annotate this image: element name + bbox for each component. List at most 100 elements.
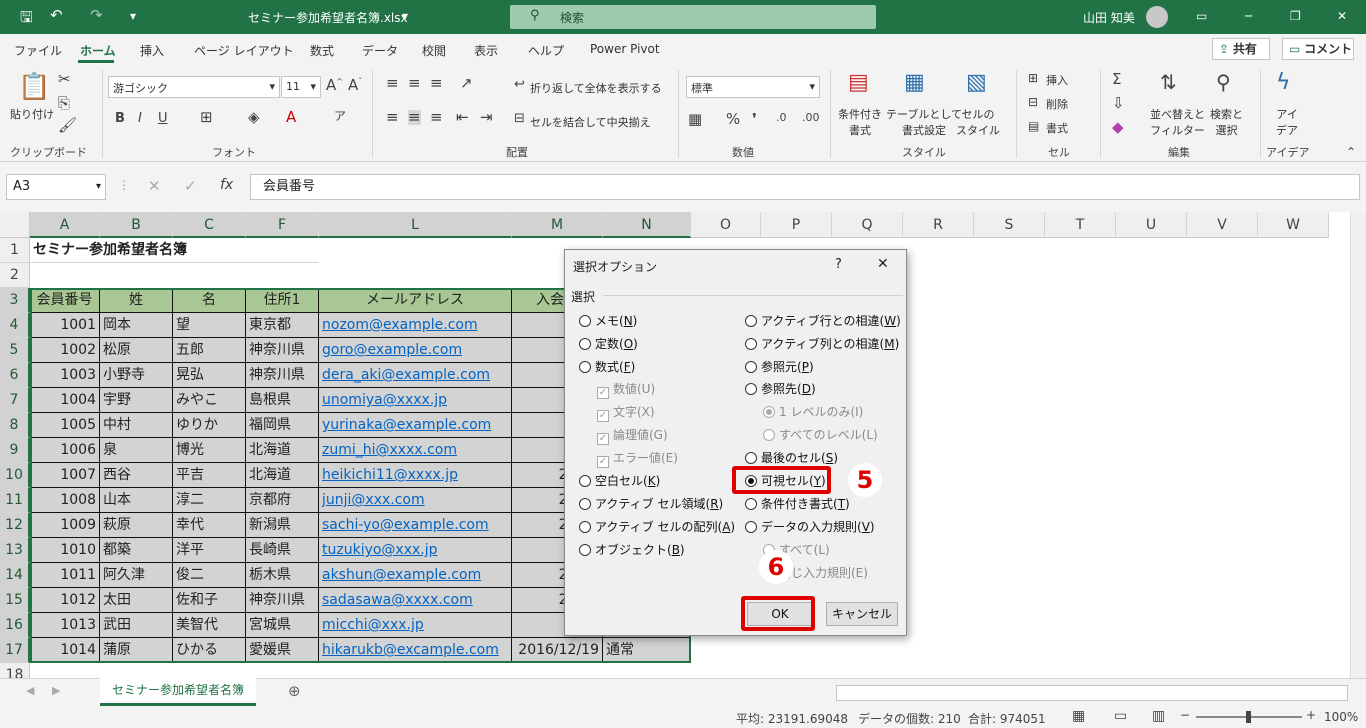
ideas-button[interactable]: アイ デア [1276,106,1298,138]
table-cell[interactable]: 1004 [30,388,100,413]
option-leftopts-6[interactable]: ✓ エラー値(E) [597,449,678,468]
name-box[interactable]: A3 ▾ [6,174,106,200]
orientation-icon[interactable]: ↗ [460,76,473,91]
table-cell[interactable]: sachi-yo@example.com [319,513,512,538]
column-header-m[interactable]: M [512,212,603,238]
option-leftopts-5[interactable]: ✓ 論理値(G) [597,426,668,445]
option-leftopts-0[interactable]: メモ(N) [579,312,637,330]
table-cell[interactable]: 萩原 [100,513,173,538]
radio-icon[interactable] [763,406,775,418]
radio-icon[interactable] [745,383,757,395]
column-header-o[interactable]: O [691,212,761,238]
vertical-scrollbar[interactable] [1350,212,1366,678]
customize-qat-icon[interactable]: ▾ [130,9,136,23]
radio-icon[interactable] [579,315,591,327]
column-header-l[interactable]: L [319,212,512,238]
table-cell[interactable]: hikarukb@excample.com [319,638,512,663]
insert-cells-button[interactable]: 挿入 [1046,72,1068,88]
radio-icon[interactable] [579,475,591,487]
table-cell[interactable]: 晃弘 [173,363,246,388]
table-cell[interactable]: 美智代 [173,613,246,638]
table-cell[interactable]: 神奈川県 [246,588,319,613]
table-cell[interactable]: 栃木県 [246,563,319,588]
horizontal-scrollbar[interactable] [836,685,1348,701]
row-header[interactable]: 14 [0,563,30,588]
option-leftopts-1[interactable]: 定数(O) [579,335,638,353]
table-cell[interactable]: 五郎 [173,338,246,363]
table-cell[interactable]: 1005 [30,413,100,438]
table-cell[interactable]: 1008 [30,488,100,513]
formula-input[interactable]: 会員番号 [250,174,1360,200]
phonetic-icon[interactable]: ア [334,110,346,122]
table-cell[interactable]: 中村 [100,413,173,438]
option-rightopts-1[interactable]: アクティブ列との相違(M) [745,335,899,353]
option-leftopts-8[interactable]: アクティブ セル領域(R) [579,495,723,513]
increase-decimal-icon[interactable]: .0 [776,112,787,123]
help-button[interactable]: ? [835,257,842,272]
table-cell[interactable]: 通常 [603,638,691,663]
table-cell[interactable]: 岡本 [100,313,173,338]
row-header[interactable]: 2 [0,263,30,288]
save-icon[interactable]: 🖫 [20,7,33,32]
italic-icon[interactable]: I [138,112,142,125]
radio-icon[interactable] [745,338,757,350]
table-cell[interactable]: 長崎県 [246,538,319,563]
bold-icon[interactable]: B [115,112,125,125]
search-box[interactable]: ⚲ 検索 [510,5,876,29]
align-middle-icon[interactable]: ≡ [408,76,421,91]
option-rightopts-8[interactable]: 条件付き書式(T) [745,495,850,513]
increase-indent-icon[interactable]: ⇥ [480,110,493,125]
ribbon-display-icon[interactable]: ▭ [1196,9,1207,23]
comma-icon[interactable]: ❜ [752,112,757,127]
row-header[interactable]: 13 [0,538,30,563]
tab-formulas[interactable]: 数式 [310,42,334,59]
radio-icon[interactable] [763,429,775,441]
paste-button[interactable]: 貼り付け [10,106,54,122]
table-header-cell[interactable]: 住所1 [246,288,319,313]
table-cell[interactable]: みやこ [173,388,246,413]
avatar[interactable] [1146,6,1168,28]
table-cell[interactable]: 1009 [30,513,100,538]
column-header-v[interactable]: V [1187,212,1258,238]
fill-icon[interactable]: ⇩ [1112,96,1125,111]
table-header-cell[interactable]: 会員番号 [30,288,100,313]
table-cell[interactable]: tuzukiyo@xxx.jp [319,538,512,563]
table-cell[interactable]: 東京都 [246,313,319,338]
prev-sheet-icon[interactable]: ◀ [26,685,34,696]
option-leftopts-10[interactable]: オブジェクト(B) [579,541,685,559]
radio-icon[interactable] [579,544,591,556]
table-cell[interactable]: 都築 [100,538,173,563]
format-as-table-button[interactable]: テーブルとして 書式設定 [886,106,962,138]
comment-button[interactable]: ▭ コメント [1282,38,1354,60]
table-cell[interactable]: 新潟県 [246,513,319,538]
table-cell[interactable]: goro@example.com [319,338,512,363]
table-cell[interactable]: 北海道 [246,438,319,463]
radio-icon[interactable] [745,452,757,464]
redo-icon[interactable]: ↷ [90,6,103,24]
tab-data[interactable]: データ [362,42,398,59]
table-cell[interactable]: nozom@example.com [319,313,512,338]
table-cell[interactable]: 神奈川県 [246,363,319,388]
cancel-entry-icon[interactable]: ✕ [148,179,161,194]
shrink-font-icon[interactable]: Aˇ [348,78,362,93]
table-cell[interactable]: 神奈川県 [246,338,319,363]
option-rightopts-0[interactable]: アクティブ行との相違(W) [745,312,901,330]
table-cell[interactable]: 淳二 [173,488,246,513]
table-cell[interactable]: 阿久津 [100,563,173,588]
table-cell[interactable]: 愛媛県 [246,638,319,663]
table-cell[interactable]: 俊二 [173,563,246,588]
wrap-text-button[interactable]: 折り返して全体を表示する [530,80,662,96]
table-cell[interactable]: 西谷 [100,463,173,488]
row-header[interactable]: 11 [0,488,30,513]
paste-icon[interactable]: 📋 [18,74,50,100]
row-header[interactable]: 4 [0,313,30,338]
row-header[interactable]: 17 [0,638,30,663]
option-leftopts-4[interactable]: ✓ 文字(X) [597,403,655,422]
table-cell[interactable]: 宮城県 [246,613,319,638]
cell-styles-button[interactable]: セルの スタイル [956,106,1000,138]
radio-icon[interactable] [745,498,757,510]
table-cell[interactable]: 松原 [100,338,173,363]
row-header[interactable]: 1 [0,238,30,263]
cancel-button[interactable]: キャンセル [826,602,898,626]
align-bottom-icon[interactable]: ≡ [430,76,443,91]
